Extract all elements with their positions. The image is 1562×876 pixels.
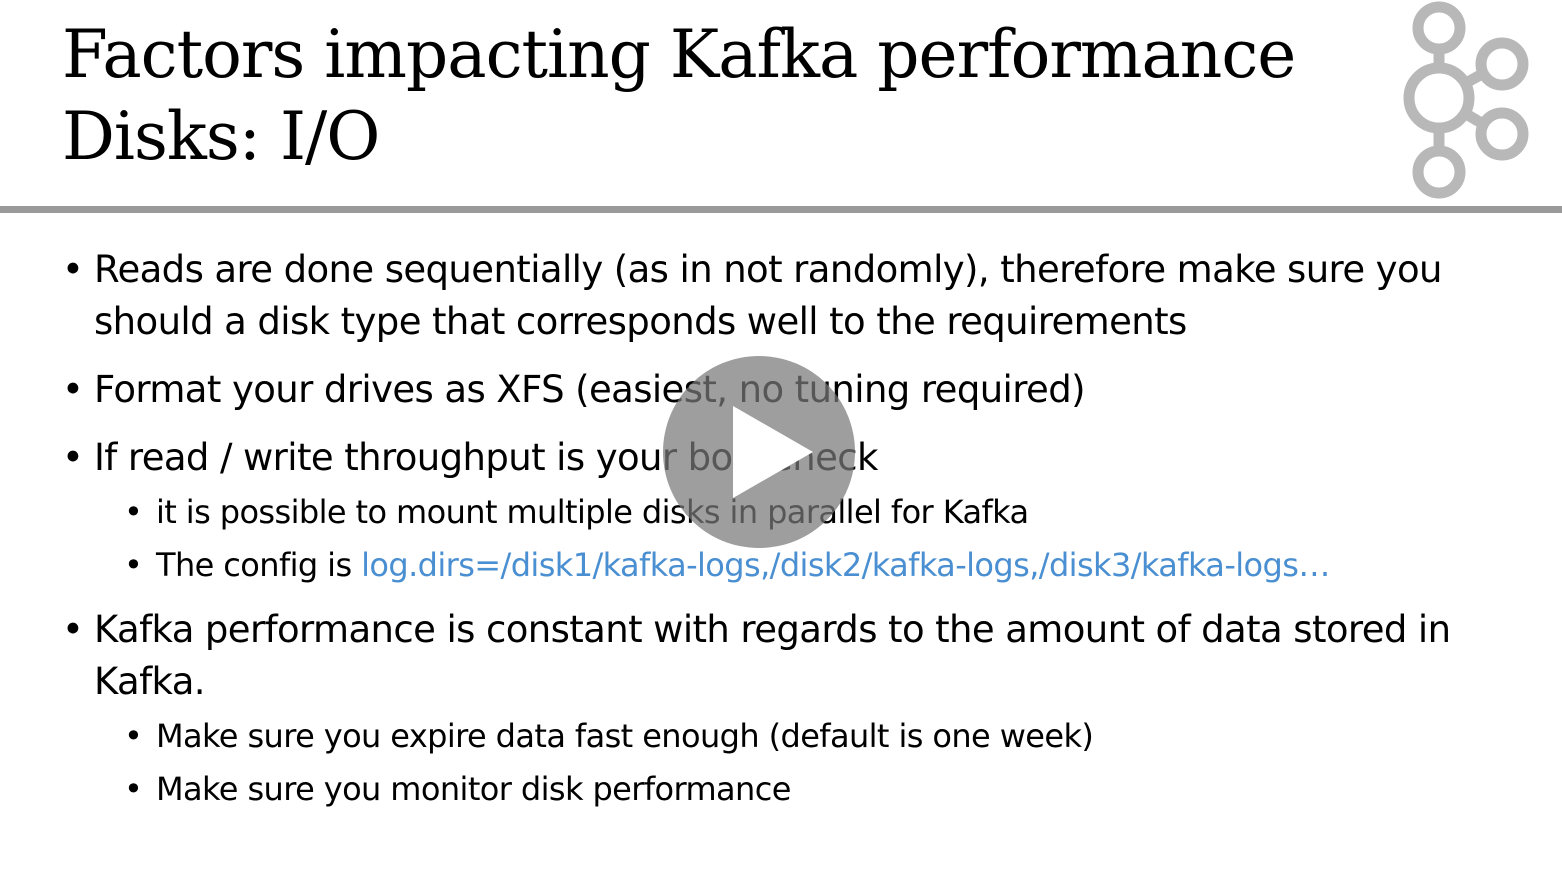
config-value: log.dirs=/disk1/kafka-logs,/disk2/kafka-… bbox=[361, 546, 1330, 584]
slide-title-line-1: Factors impacting Kafka performance bbox=[62, 16, 1296, 93]
play-icon bbox=[733, 406, 813, 498]
title-divider bbox=[0, 206, 1562, 213]
kafka-logo-icon bbox=[1403, 1, 1529, 199]
bullet-reads-sequential: Reads are done sequentially (as in not r… bbox=[62, 244, 1532, 348]
config-label: The config is bbox=[156, 546, 352, 584]
slide: Factors impacting Kafka performance Disk… bbox=[0, 0, 1562, 876]
slide-title-line-2: Disks: I/O bbox=[62, 98, 380, 175]
sub-bullets-performance: Make sure you expire data fast enough (d… bbox=[62, 710, 1532, 816]
sub-bullet-expire-data: Make sure you expire data fast enough (d… bbox=[62, 710, 1532, 763]
sub-list-performance: Make sure you expire data fast enough (d… bbox=[62, 710, 1532, 816]
play-button[interactable] bbox=[663, 356, 855, 548]
sub-bullet-monitor-disk: Make sure you monitor disk performance bbox=[62, 763, 1532, 816]
slide-title: Factors impacting Kafka performance Disk… bbox=[62, 14, 1382, 178]
bullet-performance-constant: Kafka performance is constant with regar… bbox=[62, 604, 1532, 708]
